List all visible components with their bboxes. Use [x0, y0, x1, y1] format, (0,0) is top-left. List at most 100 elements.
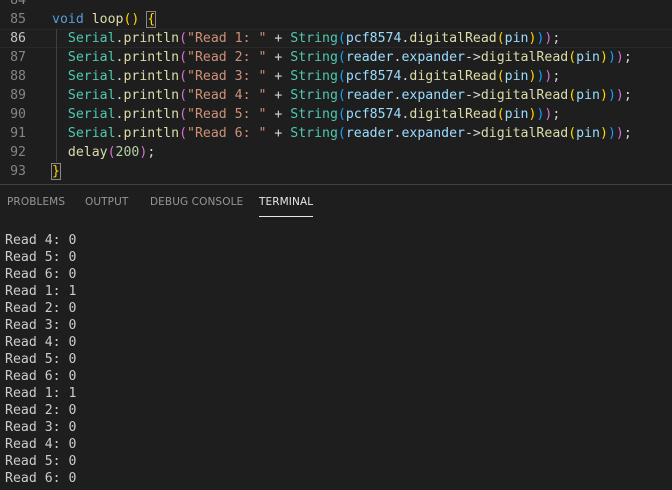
- code-token: expander: [401, 50, 465, 65]
- code-token: "Read 4: ": [187, 88, 267, 103]
- code-token: (: [496, 69, 505, 84]
- code-token: String: [290, 69, 338, 84]
- tab-problems[interactable]: PROBLEMS: [7, 185, 65, 219]
- code-text: Serial.println("Read 2: " + String(reade…: [52, 48, 632, 67]
- code-token: println: [123, 69, 180, 84]
- matched-bracket: {: [146, 11, 157, 28]
- code-line[interactable]: 90 Serial.println("Read 5: " + String(pc…: [0, 105, 672, 124]
- code-token: digitalRead: [409, 69, 497, 84]
- line-number: 88: [10, 69, 26, 84]
- code-token: pcf8574: [345, 69, 402, 84]
- line-number: 87: [10, 50, 26, 65]
- code-token: println: [123, 107, 180, 122]
- line-number: 90: [10, 107, 26, 122]
- code-token: pin: [576, 88, 600, 103]
- terminal-line: Read 6: 0: [5, 267, 77, 282]
- code-token: digitalRead: [480, 50, 569, 65]
- code-text: }: [51, 162, 61, 181]
- terminal-line: Read 3: 0: [5, 420, 77, 435]
- code-token: ): [607, 88, 616, 103]
- code-token: (: [179, 107, 188, 122]
- code-token: (: [107, 145, 116, 160]
- code-line[interactable]: 89 Serial.println("Read 4: " + String(re…: [0, 86, 672, 105]
- code-token: +: [266, 31, 291, 46]
- terminal-output[interactable]: Read 4: 0 Read 5: 0 Read 6: 0 Read 1: 1 Read…: [5, 232, 665, 488]
- terminal-line: Read 5: 0: [5, 352, 77, 367]
- code-line[interactable]: 88 Serial.println("Read 3: " + String(pc…: [0, 67, 672, 86]
- code-token: Serial: [52, 107, 116, 122]
- code-token: reader: [345, 50, 394, 65]
- code-token: delay: [52, 145, 108, 160]
- terminal-line: Read 5: 0: [5, 454, 77, 469]
- code-token: ): [607, 50, 616, 65]
- code-token: String: [290, 107, 338, 122]
- code-line[interactable]: 84: [0, 0, 672, 10]
- code-token: println: [123, 31, 180, 46]
- code-token: Serial: [52, 31, 116, 46]
- line-number: 86: [10, 31, 26, 46]
- code-token: ;: [552, 107, 561, 122]
- code-token: (: [337, 69, 346, 84]
- terminal-line: Read 6: 0: [5, 471, 77, 486]
- code-token: String: [290, 88, 338, 103]
- code-token: pin: [576, 126, 600, 141]
- code-token: +: [266, 88, 291, 103]
- bottom-panel: PROBLEMS OUTPUT DEBUG CONSOLE TERMINAL R…: [0, 184, 672, 490]
- code-token: ;: [552, 31, 561, 46]
- code-token: +: [266, 69, 291, 84]
- terminal-line: Read 2: 0: [5, 301, 77, 316]
- code-token: digitalRead: [409, 31, 497, 46]
- code-token: (: [568, 50, 577, 65]
- code-text: Serial.println("Read 6: " + String(reade…: [52, 124, 632, 143]
- code-token: (: [337, 126, 346, 141]
- code-token: ): [615, 88, 624, 103]
- code-text: void loop() {: [52, 10, 157, 29]
- code-token: ): [615, 50, 624, 65]
- code-token: Serial: [52, 69, 116, 84]
- code-token: (): [123, 12, 140, 27]
- code-token: pcf8574: [345, 107, 402, 122]
- code-token: Serial: [52, 126, 116, 141]
- code-token: println: [123, 126, 180, 141]
- code-line[interactable]: 93}: [0, 162, 672, 181]
- code-token: (: [568, 88, 577, 103]
- code-token: "Read 1: ": [187, 31, 267, 46]
- code-token: digitalRead: [480, 126, 569, 141]
- terminal-line: Read 3: 0: [5, 318, 77, 333]
- code-token: "Read 6: ": [187, 126, 267, 141]
- code-token: pin: [504, 69, 529, 84]
- code-token: +: [266, 126, 291, 141]
- code-line[interactable]: 91 Serial.println("Read 6: " + String(re…: [0, 124, 672, 143]
- code-editor[interactable]: 84 85 void loop() {86 Serial.println("Read…: [0, 0, 672, 184]
- code-line[interactable]: 85 void loop() {: [0, 10, 672, 29]
- code-token: ;: [552, 69, 561, 84]
- code-token: digitalRead: [409, 107, 497, 122]
- code-token: ): [607, 126, 616, 141]
- code-token: pin: [504, 31, 529, 46]
- code-token: String: [290, 50, 338, 65]
- code-text: Serial.println("Read 3: " + String(pcf85…: [52, 67, 560, 86]
- code-token: String: [290, 31, 338, 46]
- code-token: pcf8574: [345, 31, 402, 46]
- code-token: Serial: [52, 88, 116, 103]
- tab-debug-console[interactable]: DEBUG CONSOLE: [150, 185, 243, 219]
- tab-output[interactable]: OUTPUT: [85, 185, 128, 219]
- code-token: loop: [91, 12, 124, 27]
- code-token: digitalRead: [480, 88, 569, 103]
- code-text: Serial.println("Read 4: " + String(reade…: [52, 86, 632, 105]
- code-line[interactable]: 92 delay(200);: [0, 143, 672, 162]
- code-line[interactable]: 86 Serial.println("Read 1: " + String(pc…: [0, 29, 672, 48]
- code-token: expander: [401, 88, 465, 103]
- code-token: ;: [147, 145, 156, 160]
- code-token: (: [568, 126, 577, 141]
- code-token: reader: [345, 126, 394, 141]
- line-number: 93: [10, 164, 26, 179]
- tab-terminal[interactable]: TERMINAL: [259, 185, 314, 219]
- code-token: ->: [464, 126, 481, 141]
- code-line[interactable]: 87 Serial.println("Read 2: " + String(re…: [0, 48, 672, 67]
- code-token: (: [337, 50, 346, 65]
- code-token: ): [599, 126, 608, 141]
- code-token: println: [123, 88, 180, 103]
- code-token: (: [179, 50, 188, 65]
